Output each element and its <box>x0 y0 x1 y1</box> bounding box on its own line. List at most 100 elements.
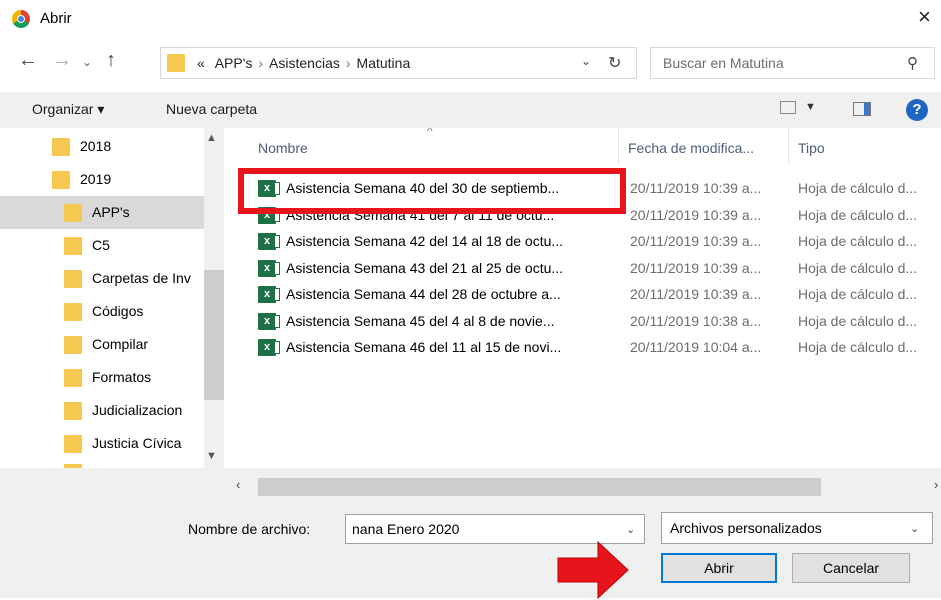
chevron-down-icon[interactable]: ⌄ <box>910 522 919 535</box>
sidebar-item-label: Carpetas de Inv <box>92 270 191 286</box>
sidebar-item[interactable]: Judicializacion <box>0 394 204 427</box>
file-type: Hoja de cálculo d... <box>798 339 918 355</box>
search-input[interactable]: Buscar en Matutina <box>663 55 784 71</box>
column-header-name[interactable]: Nombre <box>258 140 308 156</box>
sidebar-item-label: C5 <box>92 237 110 253</box>
breadcrumb-overflow[interactable]: « <box>197 55 205 71</box>
sidebar-item[interactable]: APP's <box>0 196 204 229</box>
file-row[interactable]: x Asistencia Semana 45 del 4 al 8 de novi… <box>230 309 941 335</box>
file-type: Hoja de cálculo d... <box>798 206 918 223</box>
search-box[interactable]: Buscar en Matutina ⚲ <box>650 47 935 79</box>
open-button[interactable]: Abrir <box>661 553 777 583</box>
file-date: 20/11/2019 10:39 a... <box>630 259 762 276</box>
recent-locations-chevron-icon[interactable]: ⌄ <box>82 50 92 74</box>
organize-button[interactable]: Organizar ▾ <box>32 101 104 118</box>
scroll-left-icon[interactable]: ‹ <box>236 477 240 492</box>
filename-label: Nombre de archivo: <box>188 521 311 537</box>
folder-icon <box>52 171 70 189</box>
sidebar-item-label: 2018 <box>80 138 112 154</box>
forward-arrow-icon[interactable]: → <box>52 48 72 72</box>
file-date: 20/11/2019 10:39 a... <box>630 180 762 196</box>
sidebar-item[interactable]: Compilar <box>0 328 204 361</box>
refresh-icon[interactable]: ↻ <box>608 53 621 73</box>
chevron-right-icon[interactable]: › <box>258 55 263 71</box>
view-options-icon[interactable] <box>780 101 796 114</box>
filename-value: nana Enero 2020 <box>352 521 460 537</box>
chevron-down-icon[interactable]: ⌄ <box>626 523 635 536</box>
sidebar-item[interactable]: Carpetas de Inv <box>0 262 204 295</box>
sidebar-item[interactable]: Manuales <box>0 460 204 468</box>
sidebar-item[interactable]: Justicia Cívica <box>0 427 204 460</box>
preview-pane-icon[interactable] <box>853 102 871 116</box>
scroll-right-icon[interactable]: › <box>934 477 938 492</box>
folder-icon <box>64 336 82 354</box>
title-bar: Abrir × <box>0 0 941 40</box>
file-name: Asistencia Semana 44 del 28 de octubre a… <box>286 286 561 302</box>
help-icon[interactable]: ? <box>906 99 928 121</box>
new-folder-button[interactable]: Nueva carpeta <box>166 101 257 117</box>
column-header-type[interactable]: Tipo <box>798 140 825 156</box>
address-dropdown-icon[interactable]: ⌄ <box>581 54 591 68</box>
breadcrumb: « APP's › Asistencias › Matutina <box>197 55 410 71</box>
close-icon[interactable]: × <box>918 5 931 29</box>
scroll-down-icon[interactable]: ▼ <box>206 450 217 462</box>
file-name: Asistencia Semana 43 del 21 al 25 de oct… <box>286 259 564 276</box>
back-arrow-icon[interactable]: ← <box>18 48 38 72</box>
folder-icon <box>64 402 82 420</box>
excel-file-icon: x <box>258 312 280 330</box>
sidebar-item[interactable]: 2018 <box>0 130 204 163</box>
breadcrumb-item-asistencias[interactable]: Asistencias <box>269 55 340 71</box>
folder-icon <box>64 435 82 453</box>
excel-file-icon: x <box>258 259 280 277</box>
file-date: 20/11/2019 10:39 a... <box>630 286 762 302</box>
file-type: Hoja de cálculo d... <box>798 259 918 276</box>
window-title: Abrir <box>40 10 72 27</box>
sidebar-item-label: Judicializacion <box>92 402 183 418</box>
column-divider[interactable] <box>788 128 789 164</box>
nav-scrollbar-thumb[interactable] <box>204 270 224 400</box>
navigation-pane: 2018 2019 APP's C5 Carpetas de Inv Códigos Com… <box>0 128 224 468</box>
file-name: Asistencia Semana 45 del 4 al 8 de novie… <box>286 312 555 329</box>
up-arrow-icon[interactable]: ↑ <box>106 48 116 72</box>
cancel-button[interactable]: Cancelar <box>792 553 910 583</box>
sidebar-item[interactable]: Códigos <box>0 295 204 328</box>
file-row[interactable]: x Asistencia Semana 43 del 21 al 25 de oc… <box>230 256 941 282</box>
excel-file-icon: x <box>258 233 280 250</box>
folder-icon <box>52 138 70 156</box>
scroll-up-icon[interactable]: ▲ <box>206 132 217 144</box>
file-type: Hoja de cálculo d... <box>798 286 918 302</box>
folder-icon <box>64 369 82 387</box>
column-divider[interactable] <box>618 128 619 164</box>
file-row[interactable]: x Asistencia Semana 44 del 28 de octubre … <box>230 282 941 308</box>
chrome-app-icon <box>12 10 30 28</box>
breadcrumb-item-matutina[interactable]: Matutina <box>357 55 411 71</box>
red-arrow-icon <box>557 540 629 600</box>
sidebar-item-label: Justicia Cívica <box>92 435 182 451</box>
file-date: 20/11/2019 10:39 a... <box>630 206 762 223</box>
sidebar-item-label: 2019 <box>80 171 112 187</box>
file-date: 20/11/2019 10:04 a... <box>630 339 762 355</box>
file-row[interactable]: x Asistencia Semana 46 del 11 al 15 de no… <box>230 335 941 361</box>
chevron-right-icon[interactable]: › <box>346 55 351 71</box>
sidebar-item[interactable]: Formatos <box>0 361 204 394</box>
view-dropdown-icon[interactable]: ▼ <box>805 101 816 113</box>
file-name: Asistencia Semana 46 del 11 al 15 de nov… <box>286 339 562 355</box>
sidebar-item-label: Códigos <box>92 303 144 319</box>
address-bar[interactable]: « APP's › Asistencias › Matutina ⌄ ↻ <box>160 47 637 79</box>
sidebar-item-label: APP's <box>92 204 130 220</box>
folder-icon <box>64 237 82 255</box>
sort-ascending-icon: ^ <box>427 128 433 138</box>
file-row[interactable]: x Asistencia Semana 42 del 14 al 18 de oc… <box>230 229 941 255</box>
sidebar-item[interactable]: 2019 <box>0 163 204 196</box>
filetype-select[interactable]: Archivos personalizados ⌄ <box>661 512 933 544</box>
file-date: 20/11/2019 10:38 a... <box>630 312 762 329</box>
highlight-box <box>238 168 626 214</box>
horizontal-scrollbar-thumb[interactable] <box>258 478 821 496</box>
folder-icon <box>64 204 82 222</box>
folder-icon <box>167 54 185 72</box>
column-header-date[interactable]: Fecha de modifica... <box>628 140 754 156</box>
search-icon[interactable]: ⚲ <box>907 54 918 72</box>
breadcrumb-item-apps[interactable]: APP's <box>215 55 253 71</box>
excel-file-icon: x <box>258 286 280 303</box>
sidebar-item[interactable]: C5 <box>0 229 204 262</box>
